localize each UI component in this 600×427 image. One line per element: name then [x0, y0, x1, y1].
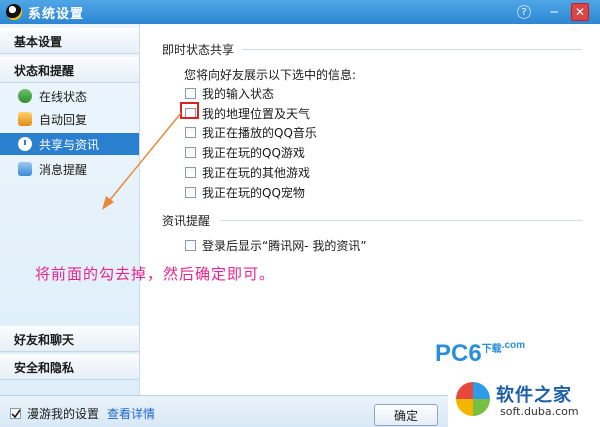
help-icon[interactable]: ?: [517, 5, 531, 19]
pc6-com: .com: [501, 340, 526, 351]
option-show-news[interactable]: 登录后显示“腾讯网- 我的资讯”: [185, 237, 367, 254]
message-alert-icon: [18, 162, 32, 176]
checkbox[interactable]: [185, 240, 196, 251]
option-location-weather[interactable]: 我的地理位置及天气: [185, 105, 310, 122]
sidebar-item-label: 在线状态: [39, 89, 88, 104]
option-label: 我正在玩的QQ游戏: [202, 146, 305, 160]
option-qq-music[interactable]: 我正在播放的QQ音乐: [185, 124, 317, 141]
sidebar-item-message-alert[interactable]: 消息提醒: [0, 158, 139, 180]
pc6-sub: 下载: [481, 344, 502, 355]
roam-label: 漫游我的设置: [27, 407, 100, 421]
duba-url: soft.duba.com: [500, 405, 579, 418]
roam-settings-option[interactable]: 漫游我的设置 查看详情: [10, 405, 155, 422]
instruction-text: 将前面的勾去掉，然后确定即可。: [35, 265, 276, 283]
duba-watermark: 软件之家 soft.duba.com: [448, 376, 600, 427]
option-label: 我的地理位置及天气: [202, 107, 311, 121]
option-qq-pet[interactable]: 我正在玩的QQ宠物: [185, 184, 305, 201]
checkbox[interactable]: [185, 167, 196, 178]
checkbox[interactable]: [185, 187, 196, 198]
option-label: 我正在玩的其他游戏: [202, 166, 311, 180]
check-icon: [11, 409, 21, 419]
sidebar: 基本设置 状态和提醒 在线状态 自动回复 共享与资讯 消息提醒 好友和聊天 安全…: [0, 24, 140, 395]
window-title: 系统设置: [28, 6, 85, 22]
auto-reply-icon: [18, 112, 32, 126]
view-details-link[interactable]: 查看详情: [107, 405, 155, 422]
close-icon[interactable]: ✕: [571, 3, 589, 21]
title-bar: 系统设置 ? ─ ✕: [0, 0, 600, 24]
sidebar-item-label: 自动回复: [39, 112, 88, 127]
settings-content: 即时状态共享 您将向好友展示以下选中的信息: 我的输入状态 我的地理位置及天气 …: [141, 24, 600, 395]
sidebar-item-auto-reply[interactable]: 自动回复: [0, 108, 139, 130]
option-label: 我正在播放的QQ音乐: [202, 126, 317, 140]
share-description: 您将向好友展示以下选中的信息:: [184, 68, 357, 82]
checkbox[interactable]: [185, 147, 196, 158]
checkbox-checked[interactable]: [10, 408, 21, 419]
minimize-icon[interactable]: ─: [545, 3, 563, 21]
section-divider: [220, 220, 582, 221]
option-other-game[interactable]: 我正在玩的其他游戏: [185, 164, 310, 181]
share-info-icon: [18, 137, 32, 151]
sidebar-item-online-status[interactable]: 在线状态: [0, 85, 139, 107]
option-label: 我的输入状态: [202, 87, 275, 101]
sidebar-header-status[interactable]: 状态和提醒: [0, 57, 139, 83]
sidebar-item-label: 共享与资讯: [39, 137, 100, 152]
section-divider: [242, 49, 582, 50]
sidebar-item-share-info[interactable]: 共享与资讯: [0, 133, 139, 155]
pc6-watermark: PC6下载.com: [435, 340, 525, 368]
duba-logo-icon: [456, 382, 490, 416]
option-label: 登录后显示“腾讯网- 我的资讯”: [202, 239, 367, 253]
option-qq-game[interactable]: 我正在玩的QQ游戏: [185, 144, 305, 161]
news-section-title: 资讯提醒: [162, 214, 211, 228]
option-label: 我正在玩的QQ宠物: [202, 186, 305, 200]
qq-penguin-icon: [6, 4, 22, 20]
sidebar-item-label: 消息提醒: [39, 162, 88, 177]
option-typing-status[interactable]: 我的输入状态: [185, 85, 274, 102]
sidebar-header-friends[interactable]: 好友和聊天: [0, 326, 139, 352]
sidebar-header-security[interactable]: 安全和隐私: [0, 354, 139, 380]
ok-button[interactable]: 确定: [374, 404, 438, 426]
highlight-box: [180, 102, 199, 119]
pc6-text: PC6: [435, 340, 482, 367]
share-section-title: 即时状态共享: [162, 43, 235, 57]
checkbox[interactable]: [185, 88, 196, 99]
sidebar-header-basic[interactable]: 基本设置: [0, 28, 139, 54]
duba-name: 软件之家: [496, 385, 572, 406]
status-icon: [18, 89, 32, 103]
checkbox[interactable]: [185, 127, 196, 138]
